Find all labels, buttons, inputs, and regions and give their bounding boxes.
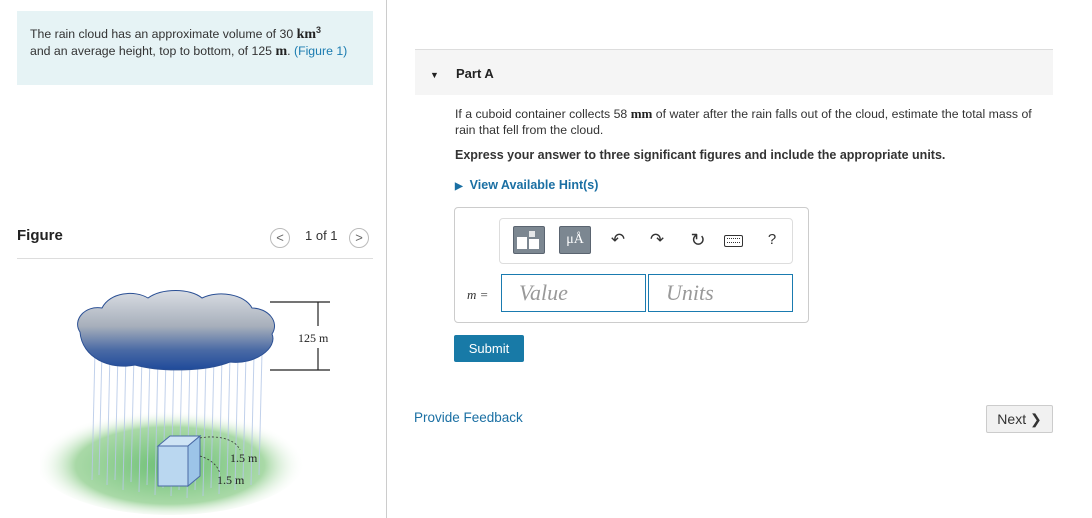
view-hints-link[interactable]: ▶ View Available Hint(s) bbox=[455, 178, 598, 192]
rain-cloud-figure: 125 m 1.5 m 1.5 m bbox=[40, 290, 330, 515]
column-divider bbox=[386, 0, 387, 518]
hint-triangle-icon: ▶ bbox=[455, 181, 463, 192]
figure-page-counter: 1 of 1 bbox=[305, 228, 338, 243]
collapse-triangle-icon[interactable]: ▼ bbox=[430, 70, 439, 80]
cloud bbox=[77, 290, 275, 371]
templates-icon bbox=[517, 231, 539, 249]
volume-unit: km bbox=[296, 27, 317, 43]
submit-button[interactable]: Submit bbox=[454, 335, 524, 362]
problem-statement: The rain cloud has an approximate volume… bbox=[30, 25, 348, 60]
units-button[interactable]: μÅ bbox=[559, 226, 591, 254]
reset-icon[interactable]: ↻ bbox=[686, 226, 710, 254]
height-label: 125 m bbox=[298, 331, 329, 345]
redo-icon[interactable]: ↷ bbox=[645, 226, 669, 254]
question-text: If a cuboid container collects 58 mm of … bbox=[455, 106, 1055, 138]
figure-link[interactable]: (Figure 1) bbox=[294, 44, 347, 58]
cuboid-container bbox=[156, 434, 202, 488]
help-button[interactable]: ? bbox=[760, 226, 784, 254]
undo-icon[interactable]: ↶ bbox=[606, 226, 630, 254]
next-button[interactable]: Next ❯ bbox=[986, 405, 1053, 433]
box-width-label: 1.5 m bbox=[230, 451, 258, 465]
variable-label: m = bbox=[467, 287, 489, 302]
problem-text-height: and an average height, top to bottom, of… bbox=[30, 44, 273, 59]
figure-heading: Figure bbox=[17, 227, 63, 244]
part-title: Part A bbox=[456, 66, 494, 81]
provide-feedback-link[interactable]: Provide Feedback bbox=[414, 410, 523, 425]
figure-next-button[interactable]: > bbox=[349, 228, 369, 248]
height-unit: m bbox=[275, 44, 288, 60]
question-unit: mm bbox=[630, 106, 653, 121]
templates-button[interactable] bbox=[513, 226, 545, 254]
instructions: Express your answer to three significant… bbox=[455, 148, 946, 162]
figure-prev-button[interactable]: < bbox=[270, 228, 290, 248]
question-text-before: If a cuboid container collects 58 bbox=[455, 107, 628, 121]
part-header[interactable] bbox=[415, 50, 1053, 95]
problem-text-volume: The rain cloud has an approximate volume… bbox=[30, 27, 294, 42]
box-depth-label: 1.5 m bbox=[217, 473, 245, 487]
value-input[interactable]: Value bbox=[501, 274, 646, 312]
keyboard-icon[interactable] bbox=[724, 235, 743, 247]
volume-unit-exponent: 3 bbox=[316, 25, 322, 35]
hint-link-label: View Available Hint(s) bbox=[469, 178, 599, 192]
units-input[interactable]: Units bbox=[648, 274, 793, 312]
figure-divider bbox=[17, 258, 373, 259]
